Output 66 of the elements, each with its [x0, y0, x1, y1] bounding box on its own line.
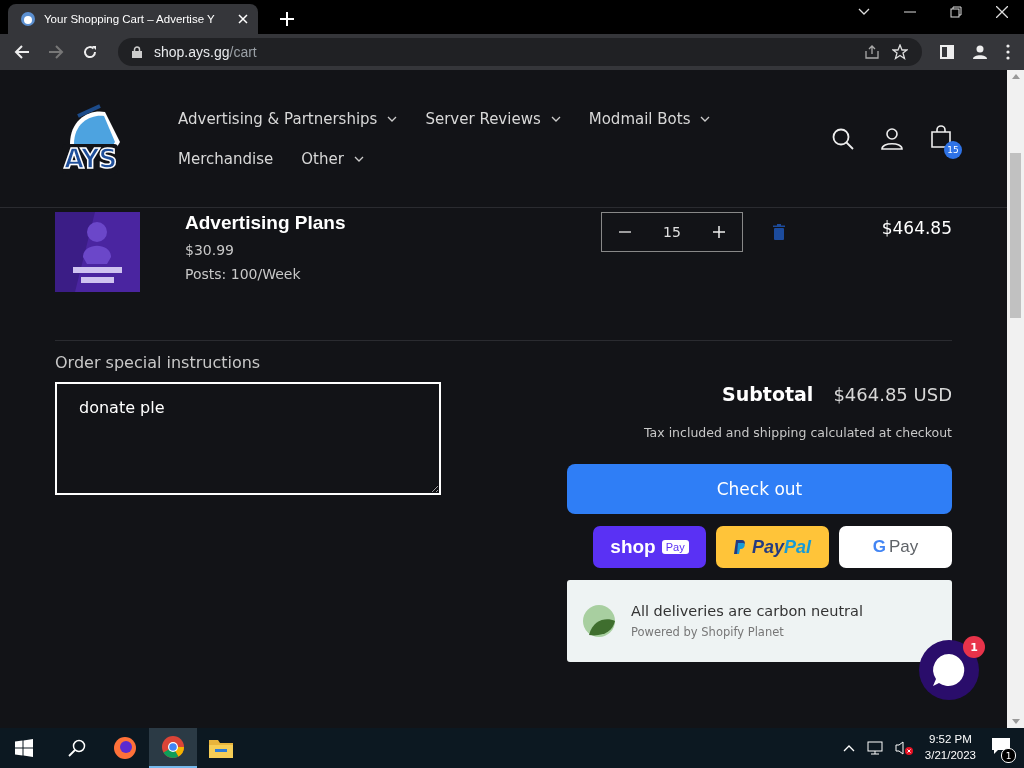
nav-link[interactable]: Merchandise — [178, 149, 274, 168]
line-total: $464.85 — [881, 218, 952, 238]
clock-time: 9:52 PM — [929, 732, 972, 748]
chevron-down-icon[interactable] — [700, 115, 711, 122]
chrome-icon — [161, 735, 185, 759]
chat-button[interactable] — [919, 640, 979, 700]
notification-count: 1 — [1001, 748, 1016, 763]
product-price: $30.99 — [185, 242, 235, 258]
paypal-logo-icon — [733, 540, 746, 554]
instructions-label: Order special instructions — [55, 353, 262, 372]
chat-badge: 1 — [963, 636, 985, 658]
forward-icon[interactable] — [48, 44, 64, 60]
profile-icon[interactable] — [972, 44, 988, 60]
notification-icon[interactable] — [992, 738, 1010, 754]
back-icon[interactable] — [14, 44, 30, 60]
chevron-down-icon[interactable] — [353, 155, 364, 162]
account-icon[interactable] — [881, 127, 903, 150]
nav-link[interactable]: Modmail Bots — [588, 109, 691, 128]
tax-note: Tax included and shipping calculated at checkout — [643, 425, 952, 440]
share-icon[interactable] — [864, 44, 880, 60]
search-icon[interactable] — [68, 739, 86, 757]
tab-title: Your Shopping Cart – Advertise Y — [44, 13, 216, 25]
url-text: shop.ays.gg/cart — [154, 44, 257, 60]
address-bar[interactable]: shop.ays.gg/cart — [118, 38, 922, 66]
cart-count-badge: 15 — [944, 140, 962, 159]
product-title[interactable]: Advertising Plans — [185, 212, 585, 234]
reload-icon[interactable] — [82, 44, 98, 60]
clock-date: 3/21/2023 — [924, 748, 976, 763]
favicon-icon — [20, 11, 36, 27]
instructions-field[interactable]: donate ple — [55, 382, 441, 495]
paypal-button[interactable]: PayPal — [716, 526, 829, 568]
nav-link[interactable]: Advertising & Partnerships — [178, 109, 378, 128]
nav-link[interactable]: Other — [301, 149, 344, 168]
quantity-value: 15 — [663, 224, 681, 240]
google-pay-button[interactable]: G Pay — [839, 526, 952, 568]
scrollbar-thumb[interactable] — [1010, 153, 1021, 318]
taskbar-app[interactable] — [149, 728, 197, 768]
chevron-down-icon[interactable] — [387, 115, 398, 122]
quantity-stepper[interactable]: 15 — [601, 212, 743, 252]
chevron-down-icon[interactable] — [550, 115, 561, 122]
nav-link[interactable]: Server Reviews — [425, 109, 541, 128]
close-icon[interactable] — [996, 6, 1008, 18]
start-icon[interactable] — [15, 739, 33, 757]
carbon-neutral-title: All deliveries are carbon neutral — [631, 603, 863, 619]
checkout-button[interactable]: Check out — [567, 464, 952, 514]
product-option: Posts: 100/Week — [185, 266, 585, 282]
side-panel-icon[interactable] — [940, 45, 954, 59]
firefox-icon — [113, 736, 137, 760]
menu-icon[interactable] — [1006, 44, 1010, 60]
folder-icon — [209, 738, 233, 758]
restore-icon[interactable] — [950, 6, 962, 18]
network-icon[interactable] — [866, 741, 883, 755]
plus-icon[interactable] — [713, 226, 725, 238]
new-tab-icon[interactable] — [280, 12, 294, 26]
search-icon[interactable] — [832, 127, 854, 150]
subtotal-value: $464.85 USD — [833, 384, 952, 405]
browser-tab[interactable]: Your Shopping Cart – Advertise Y — [8, 4, 258, 34]
muted-speaker-icon[interactable] — [894, 741, 913, 755]
leaf-icon — [583, 605, 615, 637]
lock-icon — [132, 46, 142, 58]
subtotal-label: Subtotal — [722, 383, 814, 405]
star-icon[interactable] — [892, 44, 908, 60]
powered-by-text: Powered by Shopify Planet — [631, 625, 785, 639]
shop-pay-button[interactable]: shop Pay — [593, 526, 706, 568]
chevron-down-icon[interactable] — [858, 8, 870, 16]
chevron-up-icon[interactable] — [842, 744, 855, 752]
